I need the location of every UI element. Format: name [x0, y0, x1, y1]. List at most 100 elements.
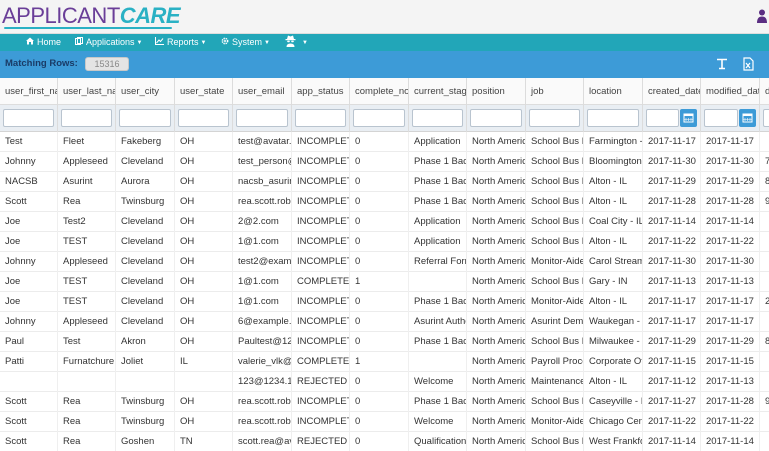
- column-header-d[interactable]: d: [760, 78, 769, 105]
- filter-input-user-first-name[interactable]: [3, 109, 54, 127]
- cell-user-last-name: Rea: [58, 192, 116, 212]
- cell-user-city: Aurora: [116, 172, 175, 192]
- cell-current-stage: Phase 1 Background: [409, 172, 467, 192]
- column-header-position[interactable]: position: [467, 78, 526, 105]
- cell-user-state: OH: [175, 192, 233, 212]
- cell-location: Caseyville - IL: [584, 392, 643, 412]
- cell-current-stage: [409, 352, 467, 372]
- cell-modified-date: 2017-11-13: [701, 372, 760, 392]
- filter-input-job[interactable]: [529, 109, 580, 127]
- cell-user-email: rea.scott.robert: [233, 192, 292, 212]
- cell-location: Gary - IN: [584, 272, 643, 292]
- filter-input-created-date[interactable]: [646, 109, 679, 127]
- filter-input-current-stage[interactable]: [412, 109, 463, 127]
- column-header-user-email[interactable]: user_email: [233, 78, 292, 105]
- column-header-job[interactable]: job: [526, 78, 584, 105]
- column-header-user-first-name[interactable]: user_first_name: [0, 78, 58, 105]
- cell-user-email: rea.scott.robert: [233, 392, 292, 412]
- cell-d: 2: [760, 292, 769, 312]
- cell-created-date: 2017-11-15: [643, 352, 701, 372]
- cell-user-last-name: Test: [58, 332, 116, 352]
- cell-app-status: INCOMPLETE: [292, 312, 350, 332]
- cell-user-first-name: Johnny: [0, 152, 58, 172]
- text-format-icon[interactable]: [715, 57, 729, 71]
- cell-job: Monitor-Aide: [526, 252, 584, 272]
- cell-current-stage: Application: [409, 132, 467, 152]
- table-row[interactable]: ScottReaTwinsburgOHrea.scott.robertINCOM…: [0, 392, 769, 412]
- nav-user-menu[interactable]: ▼: [284, 34, 308, 51]
- table-row[interactable]: TestFleetFakebergOHtest@avatar.fleetINCO…: [0, 132, 769, 152]
- user-icon[interactable]: [757, 9, 767, 23]
- chevron-down-icon: ▼: [302, 40, 308, 46]
- cell-position: North America: [467, 392, 526, 412]
- cell-current-stage: Referral Form: [409, 252, 467, 272]
- filter-input-modified-date[interactable]: [704, 109, 738, 127]
- table-row[interactable]: PattiFurnatchureJolietILvalerie_vlk@hotm…: [0, 352, 769, 372]
- column-header-user-city[interactable]: user_city: [116, 78, 175, 105]
- filter-input-complete-not[interactable]: [353, 109, 405, 127]
- column-header-created-date[interactable]: created_date: [643, 78, 701, 105]
- table-row[interactable]: JohnnyAppleseedClevelandOH6@example.comI…: [0, 312, 769, 332]
- filter-input-location[interactable]: [587, 109, 639, 127]
- filter-input-user-state[interactable]: [178, 109, 229, 127]
- calendar-icon[interactable]: [739, 109, 756, 127]
- cell-location: Milwaukee - WI: [584, 332, 643, 352]
- table-row[interactable]: 123@1234.123REJECTED0WelcomeNorth Americ…: [0, 372, 769, 392]
- column-header-user-last-name[interactable]: user_last_name: [58, 78, 116, 105]
- filter-input-app-status[interactable]: [295, 109, 346, 127]
- table-row[interactable]: ScottReaTwinsburgOHrea.scott.robertINCOM…: [0, 412, 769, 432]
- table-row[interactable]: JoeTest2ClevelandOH2@2.comINCOMPLETE0App…: [0, 212, 769, 232]
- cell-d: [760, 312, 769, 332]
- cell-position: North America: [467, 152, 526, 172]
- cell-complete-not: 0: [350, 172, 409, 192]
- calendar-icon[interactable]: [680, 109, 697, 127]
- cell-user-city: Cleveland: [116, 292, 175, 312]
- cell-user-state: OH: [175, 232, 233, 252]
- nav-home[interactable]: Home: [26, 34, 61, 51]
- filter-input-user-city[interactable]: [119, 109, 171, 127]
- filter-input-d[interactable]: [763, 109, 769, 127]
- cell-complete-not: 0: [350, 132, 409, 152]
- column-header-complete-not[interactable]: complete_not: [350, 78, 409, 105]
- cell-app-status: INCOMPLETE: [292, 232, 350, 252]
- cell-modified-date: 2017-11-29: [701, 332, 760, 352]
- filter-input-user-last-name[interactable]: [61, 109, 112, 127]
- table-row[interactable]: ScottReaGoshenTNscott.rea@avatarREJECTED…: [0, 432, 769, 451]
- nav-reports[interactable]: Reports ▼: [155, 34, 206, 51]
- cell-d: [760, 372, 769, 392]
- cell-current-stage: Welcome: [409, 372, 467, 392]
- cell-user-last-name: Furnatchure: [58, 352, 116, 372]
- cell-user-first-name: Joe: [0, 292, 58, 312]
- nav-applications[interactable]: Applications ▼: [75, 34, 142, 51]
- table-row[interactable]: JoeTESTClevelandOH1@1.comINCOMPLETE0Appl…: [0, 232, 769, 252]
- cell-job: School Bus Driver: [526, 332, 584, 352]
- nav-reports-label: Reports: [167, 37, 199, 47]
- column-header-user-state[interactable]: user_state: [175, 78, 233, 105]
- filter-input-user-email[interactable]: [236, 109, 288, 127]
- table-row[interactable]: NACSB Asurint Aurora OH nacsb_asurint INCOMPL…: [0, 172, 769, 192]
- filter-cell: [467, 105, 526, 132]
- filter-cell: [584, 105, 643, 132]
- column-header-location[interactable]: location: [584, 78, 643, 105]
- column-header-app-status[interactable]: app_status: [292, 78, 350, 105]
- cell-modified-date: 2017-11-30: [701, 152, 760, 172]
- cell-user-city: Cleveland: [116, 212, 175, 232]
- cell-user-city: Twinsburg: [116, 392, 175, 412]
- filter-input-position[interactable]: [470, 109, 522, 127]
- column-header-current-stage[interactable]: current_stage: [409, 78, 467, 105]
- cell-complete-not: 1: [350, 352, 409, 372]
- table-row[interactable]: JoeTESTClevelandOH1@1.comINCOMPLETE0Phas…: [0, 292, 769, 312]
- table-row[interactable]: Johnny Appleseed Cleveland OH test_person@ IN…: [0, 152, 769, 172]
- cell-user-city: [116, 372, 175, 392]
- column-header-modified-date[interactable]: modified_date: [701, 78, 760, 105]
- filter-cell: [292, 105, 350, 132]
- table-row[interactable]: JohnnyAppleseedClevelandOHtest2@exampleI…: [0, 252, 769, 272]
- table-row[interactable]: ScottReaTwinsburgOHrea.scott.robertINCOM…: [0, 192, 769, 212]
- nav-system[interactable]: System ▼: [221, 34, 270, 51]
- cell-position: North America: [467, 232, 526, 252]
- export-file-icon[interactable]: [741, 57, 755, 71]
- table-row[interactable]: PaulTestAkronOHPaultest@123INCOMPLETE0Ph…: [0, 332, 769, 352]
- table-row[interactable]: JoeTESTClevelandOH1@1.comCOMPLETED1 North…: [0, 272, 769, 292]
- user-secret-icon: [285, 35, 296, 47]
- applicantcare-logo[interactable]: APPLICANTCARE: [2, 3, 181, 29]
